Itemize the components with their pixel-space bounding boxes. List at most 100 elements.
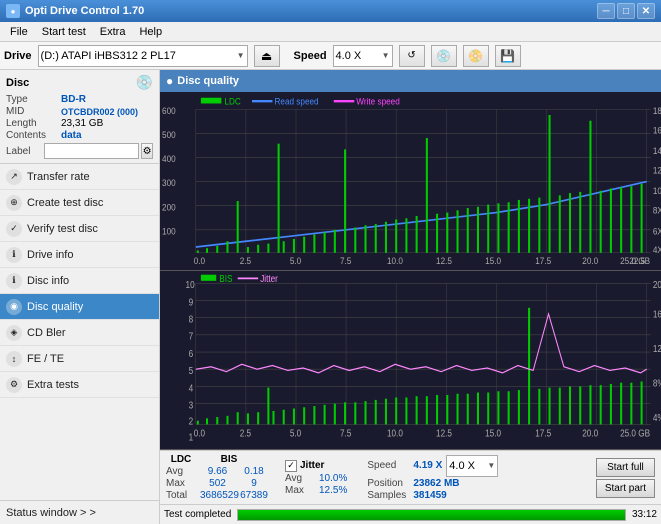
sidebar-item-fe-te[interactable]: ↕ FE / TE: [0, 346, 159, 372]
sidebar-label-create-test-disc: Create test disc: [27, 197, 103, 209]
svg-text:Jitter: Jitter: [260, 273, 278, 284]
svg-text:2.5: 2.5: [240, 256, 252, 267]
total-bis: 67389: [239, 490, 269, 501]
sidebar-item-verify-test-disc[interactable]: ✓ Verify test disc: [0, 216, 159, 242]
bis-header: BIS: [214, 454, 244, 465]
sidebar-item-disc-quality[interactable]: ◉ Disc quality: [0, 294, 159, 320]
svg-text:300: 300: [162, 178, 176, 189]
svg-text:Write speed: Write speed: [356, 96, 400, 107]
content-area: ● Disc quality: [160, 70, 661, 524]
eject-button[interactable]: ⏏: [254, 45, 280, 67]
drive-label: Drive: [4, 50, 32, 62]
apply-speed-button[interactable]: ↺: [399, 45, 425, 67]
disc-length-value: 23,31 GB: [61, 118, 103, 129]
max-bis: 9: [239, 478, 269, 489]
jitter-avg-val: 10.0%: [319, 473, 347, 484]
svg-text:15.0: 15.0: [485, 256, 501, 267]
speed-stat-label: Speed: [367, 460, 409, 471]
position-value: 23862 MB: [413, 478, 459, 489]
total-ldc: 3686529: [200, 490, 235, 501]
svg-text:7.5: 7.5: [340, 256, 352, 267]
svg-text:12.5: 12.5: [436, 256, 452, 267]
svg-text:4: 4: [189, 383, 194, 394]
status-window-bar[interactable]: Status window > >: [0, 500, 159, 524]
app-title: Opti Drive Control 1.70: [25, 5, 144, 17]
sidebar-label-fe-te: FE / TE: [27, 353, 64, 365]
stats-bar: LDC BIS Avg 9.66 0.18 Max 502 9 Total 36…: [160, 450, 661, 504]
sidebar-label-extra-tests: Extra tests: [27, 379, 79, 391]
svg-text:100: 100: [162, 226, 176, 237]
svg-text:20.0: 20.0: [582, 428, 598, 439]
speed-dropdown[interactable]: 4.0 X ▼: [446, 455, 498, 477]
disc-label-button[interactable]: ⚙: [141, 143, 153, 159]
drive-select[interactable]: (D:) ATAPI iHBS312 2 PL17 ▼: [38, 45, 248, 67]
start-part-button[interactable]: Start part: [596, 479, 655, 498]
svg-text:25.0 GB: 25.0 GB: [620, 428, 650, 439]
svg-text:7.5: 7.5: [340, 428, 351, 439]
svg-text:12.5: 12.5: [436, 428, 452, 439]
sidebar-item-create-test-disc[interactable]: ⊕ Create test disc: [0, 190, 159, 216]
max-ldc: 502: [200, 478, 235, 489]
start-full-button[interactable]: Start full: [596, 458, 655, 477]
svg-text:10X: 10X: [653, 186, 661, 197]
svg-text:20%: 20%: [653, 279, 661, 290]
disc-length-label: Length: [6, 118, 61, 129]
sidebar-item-transfer-rate[interactable]: ↗ Transfer rate: [0, 164, 159, 190]
svg-text:5: 5: [189, 365, 194, 376]
drive-bar: Drive (D:) ATAPI iHBS312 2 PL17 ▼ ⏏ Spee…: [0, 42, 661, 70]
charts-container: 600 500 400 300 200 100 18X 16X 14X 12X …: [160, 92, 661, 450]
speed-label: Speed: [294, 50, 327, 62]
app-icon: ●: [6, 4, 20, 18]
svg-text:20.0: 20.0: [582, 256, 598, 267]
jitter-checkbox-container[interactable]: ✓ Jitter: [285, 460, 347, 472]
main-layout: Disc 💿 Type BD-R MID OTCBDR002 (000) Len…: [0, 70, 661, 524]
menu-file[interactable]: File: [4, 24, 34, 40]
ldc-header: LDC: [166, 454, 196, 465]
svg-text:17.5: 17.5: [535, 428, 551, 439]
sidebar-item-cd-bler[interactable]: ◈ CD Bler: [0, 320, 159, 346]
disc-icon-2: 📀: [468, 49, 483, 63]
menu-extra[interactable]: Extra: [94, 24, 132, 40]
jitter-checkbox[interactable]: ✓: [285, 460, 297, 472]
menu-start-test[interactable]: Start test: [36, 24, 92, 40]
title-bar: ● Opti Drive Control 1.70 ─ □ ✕: [0, 0, 661, 22]
save-icon: 💾: [500, 49, 515, 63]
speed-select[interactable]: 4.0 X ▼: [333, 45, 393, 67]
progress-fill: [238, 510, 625, 520]
svg-text:600: 600: [162, 105, 176, 116]
disc-label-input[interactable]: [44, 143, 139, 159]
minimize-button[interactable]: ─: [597, 3, 615, 19]
svg-text:9: 9: [189, 297, 194, 308]
save-button[interactable]: 💾: [495, 45, 521, 67]
svg-text:7: 7: [189, 331, 194, 342]
sidebar-label-drive-info: Drive info: [27, 249, 73, 261]
svg-text:8: 8: [189, 314, 194, 325]
nav-items: ↗ Transfer rate ⊕ Create test disc ✓ Ver…: [0, 164, 159, 500]
speed-position-section: Speed 4.19 X 4.0 X ▼ Position 23862 MB S…: [367, 455, 498, 501]
menu-help[interactable]: Help: [133, 24, 168, 40]
status-window-label: Status window > >: [6, 507, 96, 519]
eject-icon: ⏏: [261, 49, 272, 63]
disc-button-2[interactable]: 📀: [463, 45, 489, 67]
cd-bler-icon: ◈: [6, 325, 22, 341]
disc-icon-1: 💿: [436, 49, 451, 63]
disc-mid-label: MID: [6, 106, 61, 117]
sidebar-item-disc-info[interactable]: ℹ Disc info: [0, 268, 159, 294]
svg-text:500: 500: [162, 129, 176, 140]
svg-text:18X: 18X: [653, 105, 661, 116]
speed-select-arrow: ▼: [382, 51, 390, 60]
disc-button-1[interactable]: 💿: [431, 45, 457, 67]
sidebar-item-extra-tests[interactable]: ⚙ Extra tests: [0, 372, 159, 398]
disc-type-label: Type: [6, 94, 61, 105]
svg-text:0.0: 0.0: [194, 256, 206, 267]
sidebar-item-drive-info[interactable]: ℹ Drive info: [0, 242, 159, 268]
speed-dropdown-val: 4.0 X: [449, 460, 475, 472]
maximize-button[interactable]: □: [617, 3, 635, 19]
svg-text:4%: 4%: [653, 412, 661, 423]
svg-text:2: 2: [189, 416, 194, 427]
time-display: 33:12: [632, 509, 657, 520]
close-button[interactable]: ✕: [637, 3, 655, 19]
max-label: Max: [166, 478, 196, 489]
disc-panel: Disc 💿 Type BD-R MID OTCBDR002 (000) Len…: [0, 70, 159, 164]
apply-icon: ↺: [407, 50, 415, 61]
